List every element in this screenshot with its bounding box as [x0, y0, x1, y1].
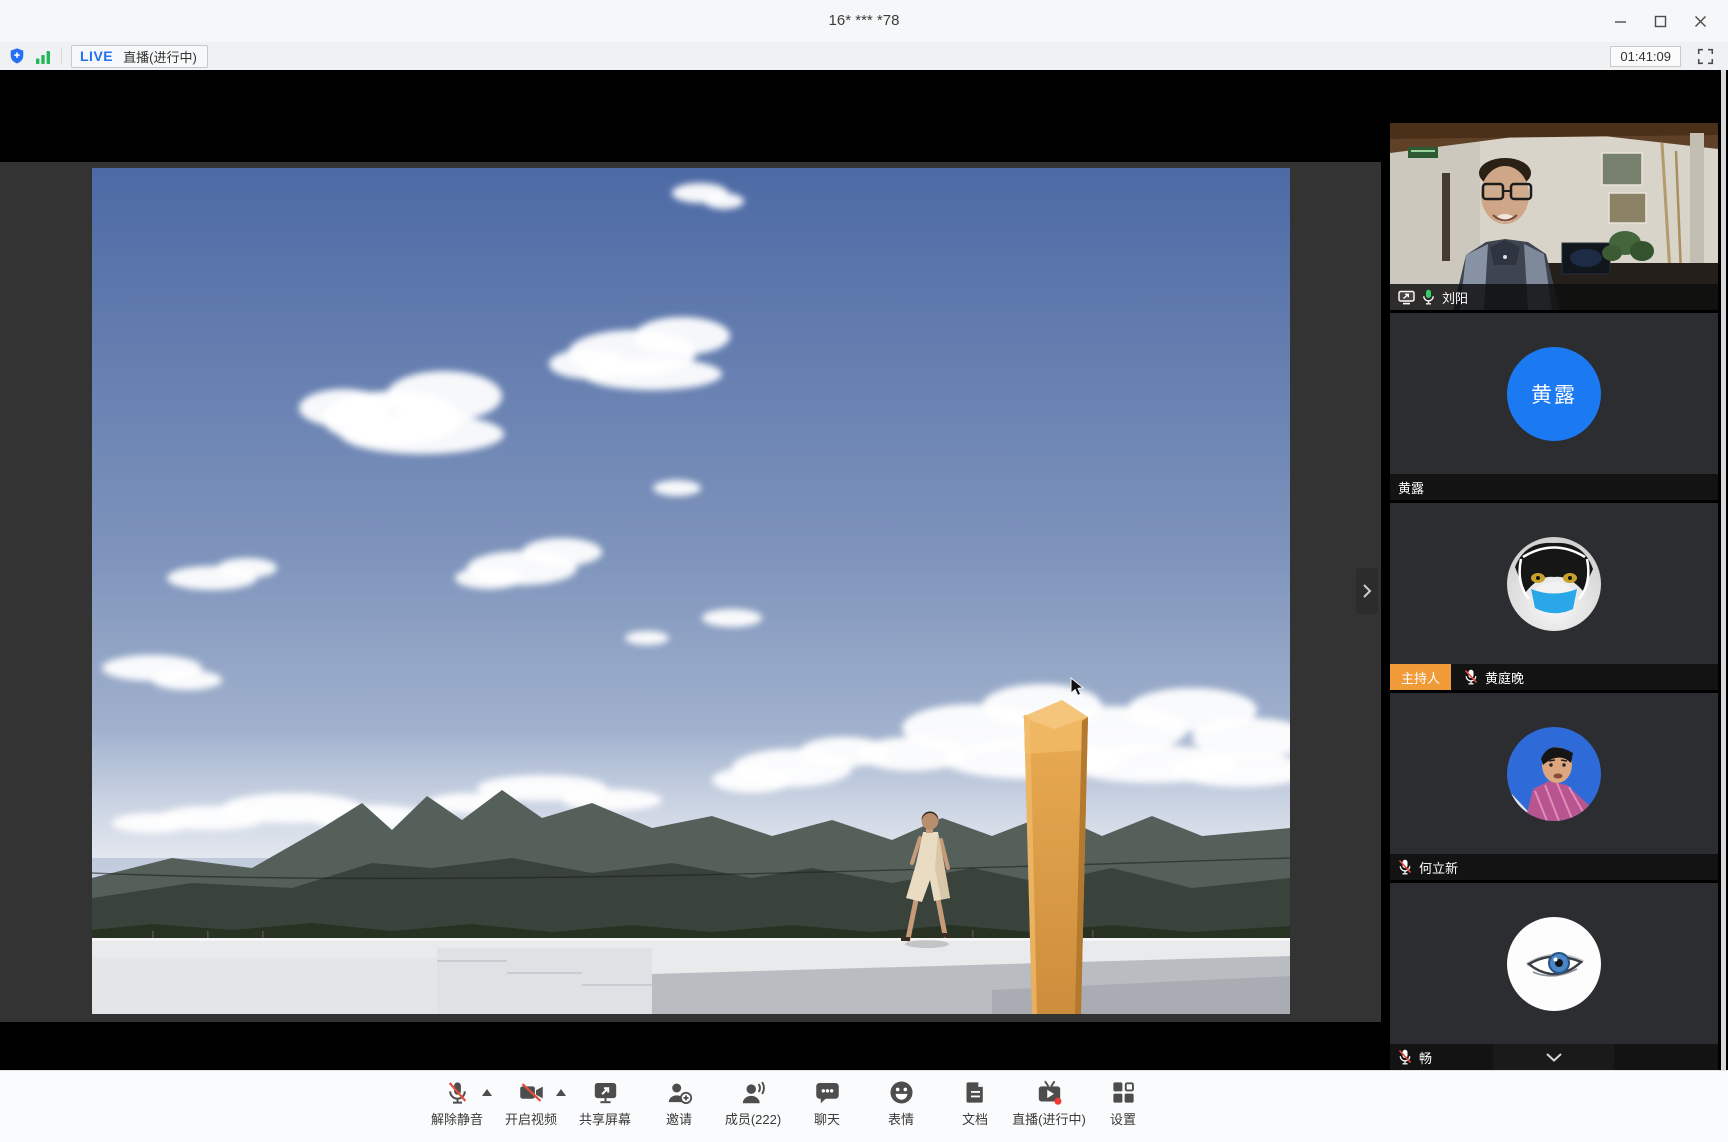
host-badge: 主持人 [1390, 664, 1451, 690]
participant-tile-helixin[interactable]: 何立新 [1390, 693, 1718, 880]
documents-button[interactable]: 文档 [938, 1079, 1012, 1128]
participant-tile-huangtingwan[interactable]: 主持人 黄庭晚 [1390, 503, 1718, 690]
status-right: 01:41:09 [1610, 42, 1714, 70]
camera-off-icon [518, 1079, 545, 1106]
chevron-right-icon [1362, 583, 1372, 599]
minimize-button[interactable] [1600, 0, 1640, 42]
chat-icon [814, 1079, 841, 1106]
status-left: LIVE 直播(进行中) [8, 42, 208, 70]
minimize-icon [1614, 15, 1627, 28]
stage-video[interactable] [92, 168, 1290, 1014]
invite-icon [666, 1079, 693, 1106]
emoji-icon [888, 1079, 915, 1106]
document-icon [962, 1079, 989, 1106]
screen-share-indicator-icon [1398, 290, 1415, 305]
maximize-button[interactable] [1640, 0, 1680, 42]
mic-muted-icon [1398, 859, 1412, 875]
name-bar: 刘阳 [1390, 284, 1718, 310]
window-title: 16* *** *78 [0, 0, 1728, 42]
meeting-window: 16* *** *78 LIVE 直播(进行中) 01:41:09 [0, 0, 1728, 1142]
avatar: 黄露 [1507, 347, 1601, 441]
share-screen-icon [592, 1079, 619, 1106]
meeting-timer: 01:41:09 [1610, 46, 1681, 67]
button-label: 文档 [962, 1109, 988, 1128]
more-participants-button[interactable] [1493, 1044, 1614, 1070]
participant-tile-huanglu[interactable]: 黄露 黄露 [1390, 313, 1718, 500]
sidebar-scrollbar[interactable] [1721, 70, 1726, 1070]
start-video-button[interactable]: 开启视频 [494, 1079, 568, 1128]
avatar-initials: 黄露 [1531, 379, 1577, 409]
settings-icon [1110, 1079, 1137, 1106]
button-label: 成员(222) [725, 1109, 781, 1128]
photo-avatar-image [1507, 727, 1601, 821]
participant-name: 刘阳 [1442, 288, 1468, 307]
name-bar: 何立新 [1390, 854, 1718, 880]
video-options-caret[interactable] [556, 1089, 566, 1096]
avatar [1507, 727, 1601, 821]
live-streaming-button[interactable]: 直播(进行中) [1012, 1079, 1086, 1128]
network-signal-icon[interactable] [35, 48, 52, 65]
chevron-down-icon [1545, 1052, 1563, 1063]
status-bar: LIVE 直播(进行中) 01:41:09 [0, 42, 1728, 71]
participant-name: 畅 [1419, 1048, 1432, 1067]
unmute-button[interactable]: 解除静音 [420, 1079, 494, 1128]
window-controls [1600, 0, 1720, 42]
main-stage [0, 70, 1389, 1070]
shield-icon[interactable] [8, 47, 26, 65]
close-icon [1694, 15, 1707, 28]
participants-sidebar: 刘阳 黄露 黄露 [1389, 70, 1728, 1070]
live-status-box[interactable]: LIVE 直播(进行中) [71, 45, 208, 68]
cat-avatar-image [1507, 537, 1601, 631]
toolbar-buttons: 解除静音 开启视频 共享 [420, 1079, 1160, 1128]
live-badge: LIVE [80, 48, 113, 64]
participant-name: 黄庭晚 [1485, 668, 1524, 687]
invite-button[interactable]: 邀请 [642, 1079, 716, 1128]
button-label: 设置 [1110, 1109, 1136, 1128]
mic-muted-icon [1464, 669, 1478, 685]
chat-button[interactable]: 聊天 [790, 1079, 864, 1128]
participant-tile-chang[interactable]: 畅 [1390, 883, 1718, 1070]
fullscreen-icon[interactable] [1697, 48, 1714, 65]
rooftop-walls [92, 930, 1290, 1014]
button-label: 开启视频 [505, 1109, 557, 1128]
participant-name: 何立新 [1419, 858, 1458, 877]
participant-name: 黄露 [1398, 478, 1424, 497]
maximize-icon [1654, 15, 1667, 28]
bottom-toolbar: 解除静音 开启视频 共享 [0, 1070, 1728, 1142]
button-label: 共享屏幕 [579, 1109, 631, 1128]
members-icon [740, 1079, 767, 1106]
avatar [1507, 917, 1601, 1011]
mic-on-icon [1422, 289, 1435, 305]
close-button[interactable] [1680, 0, 1720, 42]
mic-options-caret[interactable] [482, 1089, 492, 1096]
button-label: 邀请 [666, 1109, 692, 1128]
settings-button[interactable]: 设置 [1086, 1079, 1160, 1128]
name-bar: 黄露 [1390, 474, 1718, 500]
participant-video [1390, 123, 1718, 310]
name-bar: 主持人 黄庭晚 [1390, 664, 1718, 690]
avatar [1507, 537, 1601, 631]
emoji-button[interactable]: 表情 [864, 1079, 938, 1128]
button-label: 聊天 [814, 1109, 840, 1128]
button-label: 直播(进行中) [1012, 1109, 1086, 1128]
separator [61, 48, 62, 64]
mic-muted-icon [444, 1079, 471, 1106]
participant-tile-liuyang[interactable]: 刘阳 [1390, 123, 1718, 310]
collapse-sidebar-button[interactable] [1356, 568, 1378, 614]
eye-avatar-image [1507, 917, 1601, 1011]
members-button[interactable]: 成员(222) [716, 1079, 790, 1128]
orange-monolith [1022, 700, 1088, 1014]
button-label: 解除静音 [431, 1109, 483, 1128]
share-screen-button[interactable]: 共享屏幕 [568, 1079, 642, 1128]
titlebar: 16* *** *78 [0, 0, 1728, 43]
button-label: 表情 [888, 1109, 914, 1128]
mic-muted-icon [1398, 1049, 1412, 1065]
live-status-text: 直播(进行中) [123, 47, 197, 66]
live-tv-icon [1036, 1079, 1063, 1106]
